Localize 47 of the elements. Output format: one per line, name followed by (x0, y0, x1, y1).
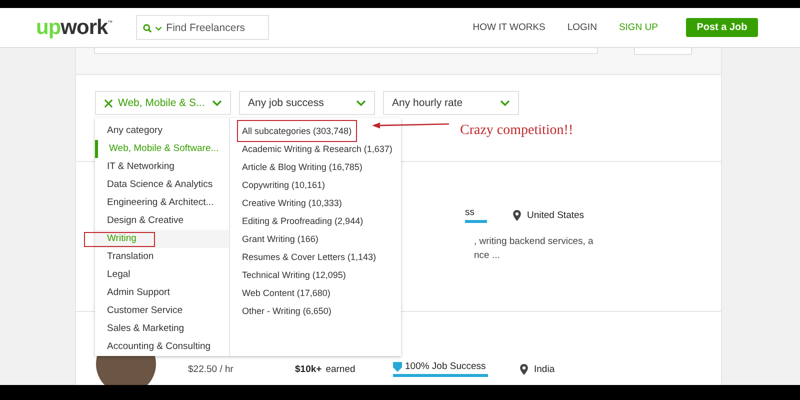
category-item[interactable]: Legal (95, 266, 229, 284)
job-success-label: ss (465, 207, 487, 223)
upwork-logo[interactable]: upwork$^{™}$ (36, 16, 112, 40)
earnings-text: $10k+ earned (295, 364, 356, 374)
subcategory-item[interactable]: Grant Writing (166) (239, 230, 322, 248)
location-text: United States (527, 210, 584, 220)
location-pin-icon (513, 210, 521, 220)
subcategory-item[interactable]: Editing & Proofreading (2,944) (239, 212, 366, 230)
category-item[interactable]: Any category (95, 122, 229, 140)
chevron-down-icon (356, 100, 366, 106)
subcategory-item[interactable]: Other - Writing (6,650) (239, 302, 334, 320)
category-item[interactable]: Admin Support (95, 284, 229, 302)
subcategory-item[interactable]: Article & Blog Writing (16,785) (239, 158, 366, 176)
close-icon[interactable] (104, 98, 113, 108)
job-success-label: 100% Job Success (405, 361, 486, 372)
category-item[interactable]: IT & Networking (95, 158, 229, 176)
location-pin-icon (520, 364, 528, 374)
chevron-down-icon (212, 100, 222, 106)
subcategory-item[interactable]: Creative Writing (10,333) (239, 194, 345, 212)
search-button[interactable] (634, 48, 692, 55)
category-item[interactable]: Customer Service (95, 302, 229, 320)
filter-dropdown[interactable]: Any hourly rate (383, 91, 519, 115)
category-item[interactable]: Design & Creative (95, 212, 229, 230)
shield-icon (393, 361, 402, 372)
chevron-down-icon (500, 100, 510, 106)
search-bar[interactable] (94, 48, 598, 54)
filter-dropdown[interactable]: Any job success (239, 91, 375, 115)
subcategory-item[interactable]: Academic Writing & Research (1,637) (239, 140, 396, 158)
annotation-text: Crazy competition!! (460, 123, 574, 139)
hourly-rate: $22.50 / hr (188, 364, 234, 374)
description-text: nce ... (474, 249, 501, 263)
annotation-frame (84, 232, 155, 247)
subcategory-item[interactable]: All subcategories (303,748) (239, 122, 355, 140)
category-item[interactable]: Engineering & Architect... (95, 194, 229, 212)
category-item[interactable]: Accounting & Consulting (95, 338, 229, 356)
nav-link[interactable]: HOW IT WORKS (472, 22, 546, 33)
location-text: India (534, 364, 555, 374)
category-item[interactable]: Sales & Marketing (95, 320, 229, 338)
description-text: , writing backend services, a (474, 235, 594, 249)
nav-link[interactable]: LOGIN (567, 22, 597, 33)
subcategory-item[interactable]: Resumes & Cover Letters (1,143) (239, 248, 380, 266)
search-field[interactable]: Find Freelancers (136, 15, 270, 40)
subcategory-item[interactable]: Copywriting (10,161) (239, 176, 328, 194)
subcategory-item[interactable]: Web Content (17,680) (239, 284, 334, 302)
category-item[interactable]: Data Science & Analytics (95, 176, 229, 194)
subcategory-item[interactable]: Technical Writing (12,095) (239, 266, 349, 284)
category-item[interactable]: Translation (95, 248, 229, 266)
